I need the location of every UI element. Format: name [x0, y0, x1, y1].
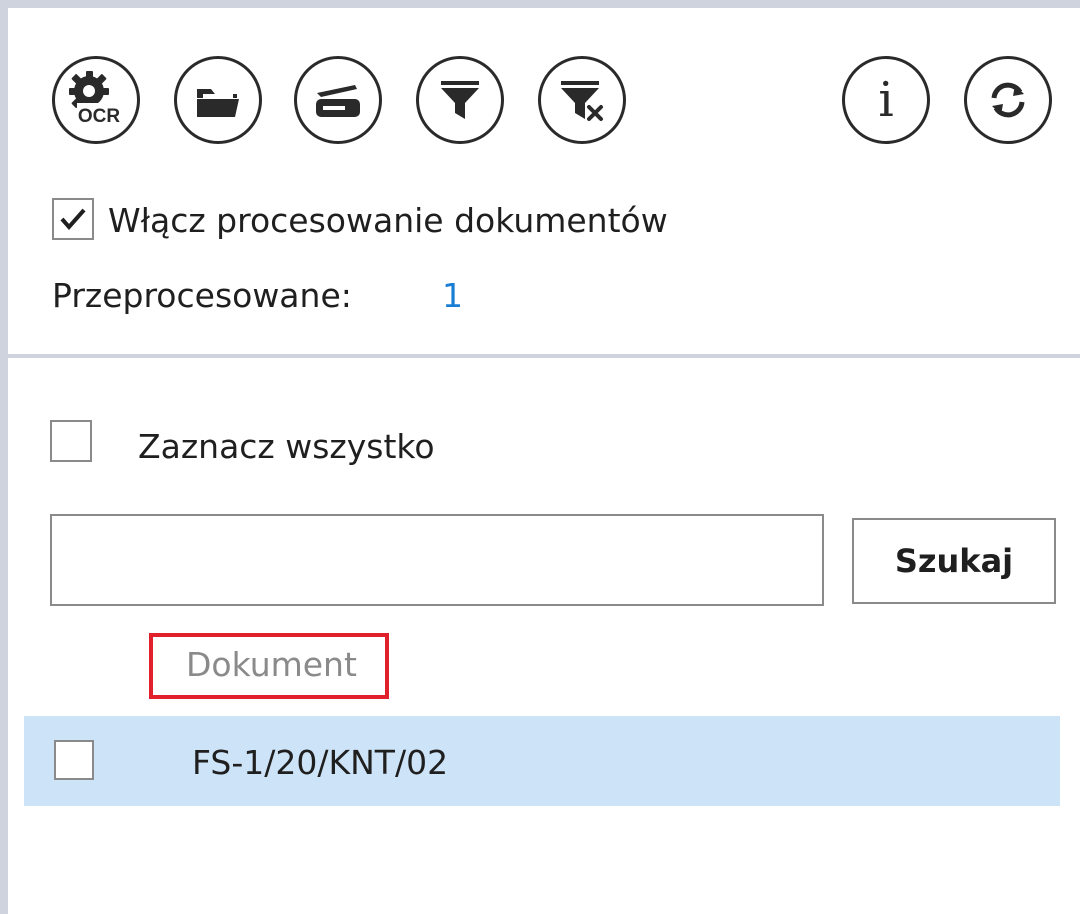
scanner-icon — [316, 85, 360, 117]
folder-icon — [197, 89, 239, 117]
clear-filter-button[interactable] — [538, 56, 626, 144]
window-left-border — [0, 0, 8, 914]
checkmark-icon — [60, 208, 86, 231]
select-all-checkbox[interactable] — [50, 420, 92, 462]
enable-processing-label: Włącz procesowanie dokumentów — [108, 201, 668, 240]
filter-icon — [441, 81, 479, 119]
search-button[interactable]: Szukaj — [852, 518, 1056, 604]
row-checkbox[interactable] — [54, 740, 94, 780]
info-icon: i — [878, 72, 894, 128]
section-divider — [8, 354, 1080, 358]
window-left-gap — [8, 8, 12, 914]
gear-ocr-icon: OCR — [69, 71, 121, 127]
info-button[interactable]: i — [842, 56, 930, 144]
ocr-settings-button[interactable]: OCR — [52, 56, 140, 144]
table-row[interactable]: FS-1/20/KNT/02 — [24, 716, 1060, 806]
search-input[interactable] — [50, 514, 824, 606]
window-top-border — [0, 0, 1080, 8]
scanner-button[interactable] — [294, 56, 382, 144]
filter-clear-icon — [561, 81, 603, 121]
row-document-name: FS-1/20/KNT/02 — [192, 743, 449, 782]
column-header-document[interactable]: Dokument — [186, 648, 357, 681]
refresh-icon — [991, 82, 1025, 118]
enable-processing-checkbox[interactable] — [52, 198, 94, 240]
refresh-button[interactable] — [964, 56, 1052, 144]
processed-label: Przeprocesowane: — [52, 276, 352, 315]
open-folder-button[interactable] — [174, 56, 262, 144]
processed-count: 1 — [442, 276, 463, 315]
filter-button[interactable] — [416, 56, 504, 144]
select-all-label: Zaznacz wszystko — [138, 427, 435, 466]
ocr-label: OCR — [78, 106, 121, 127]
